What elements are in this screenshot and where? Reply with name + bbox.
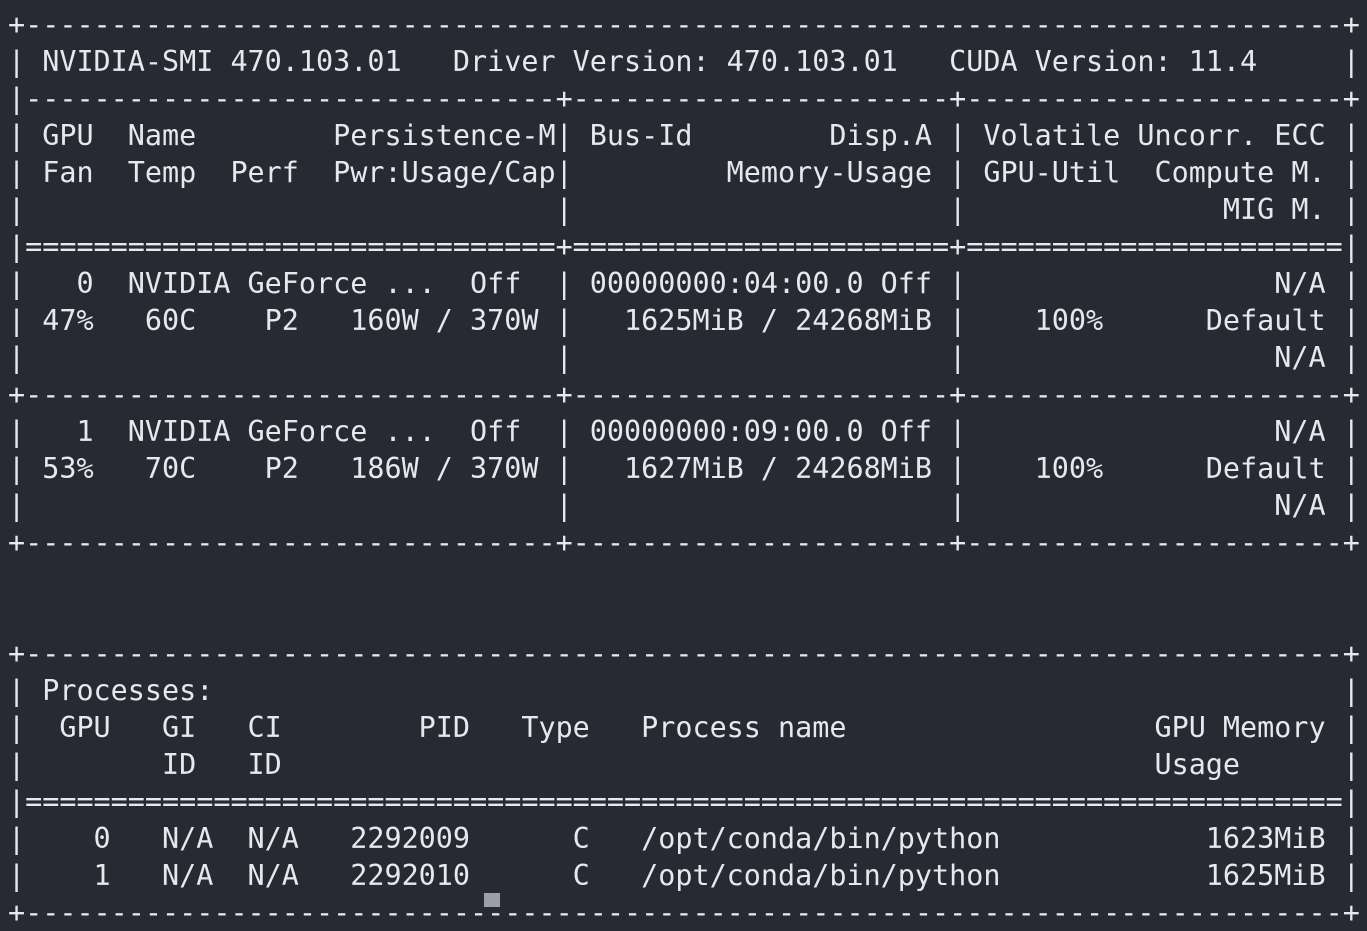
- gpu-0-row-line-1: | 0 NVIDIA GeForce ... Off | 00000000:04…: [8, 267, 1360, 300]
- table-double-separator: |===============================+=======…: [8, 230, 1360, 263]
- processes-title: | Processes: |: [8, 674, 1360, 707]
- table-border-top: +---------------------------------------…: [8, 8, 1360, 41]
- nvidia-smi-header-line: | NVIDIA-SMI 470.103.01 Driver Version: …: [8, 45, 1360, 78]
- gpu-column-header-line-3: | | | MIG M. |: [8, 193, 1360, 226]
- processes-column-header-line-2: | ID ID Usage |: [8, 748, 1360, 781]
- process-row: | 1 N/A N/A 2292010 C /opt/conda/bin/pyt…: [8, 859, 1360, 892]
- processes-double-separator: |=======================================…: [8, 785, 1360, 818]
- gpu-0-row-line-3: | | | N/A |: [8, 341, 1360, 374]
- table-border-bottom: +-------------------------------+-------…: [8, 526, 1360, 559]
- terminal-cursor[interactable]: [484, 893, 500, 907]
- processes-border-bottom: +---------------------------------------…: [8, 896, 1360, 929]
- terminal-output: +---------------------------------------…: [8, 6, 1360, 931]
- gpu-column-header-line-1: | GPU Name Persistence-M| Bus-Id Disp.A …: [8, 119, 1360, 152]
- processes-border-top: +---------------------------------------…: [8, 637, 1360, 670]
- gpu-1-row-line-1: | 1 NVIDIA GeForce ... Off | 00000000:09…: [8, 415, 1360, 448]
- gpu-1-row-line-2: | 53% 70C P2 186W / 370W | 1627MiB / 242…: [8, 452, 1360, 485]
- process-row: | 0 N/A N/A 2292009 C /opt/conda/bin/pyt…: [8, 822, 1360, 855]
- gpu-column-header-line-2: | Fan Temp Perf Pwr:Usage/Cap| Memory-Us…: [8, 156, 1360, 189]
- gpu-1-row-line-3: | | | N/A |: [8, 489, 1360, 522]
- table-separator: |-------------------------------+-------…: [8, 82, 1360, 115]
- processes-column-header-line-1: | GPU GI CI PID Type Process name GPU Me…: [8, 711, 1360, 744]
- gpu-0-row-line-2: | 47% 60C P2 160W / 370W | 1625MiB / 242…: [8, 304, 1360, 337]
- table-separator: +-------------------------------+-------…: [8, 378, 1360, 411]
